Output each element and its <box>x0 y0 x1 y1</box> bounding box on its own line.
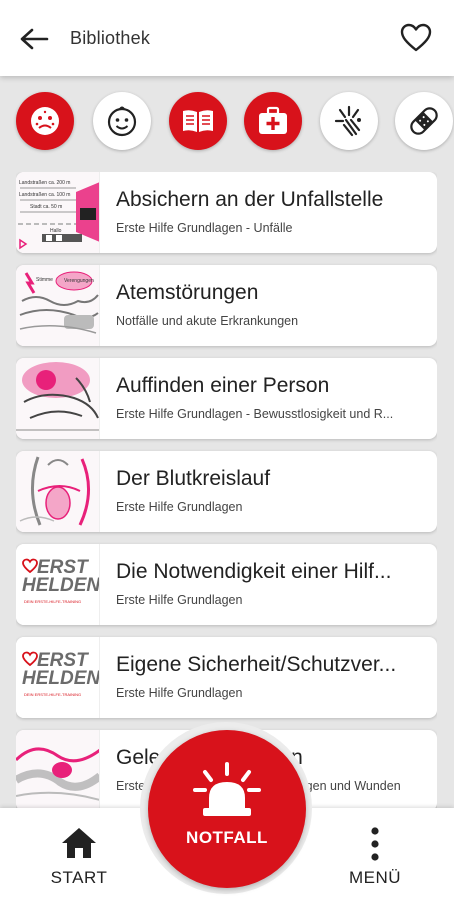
item-thumbnail: Stimme Verengungen <box>16 265 100 346</box>
item-title: Absichern an der Unfallstelle <box>116 188 384 211</box>
library-list: Landstraßen ca. 200 m Landstraßen ca. 10… <box>16 172 437 812</box>
logo-tagline: DEIN ERSTE-HILFE-TRAINING <box>24 692 82 697</box>
item-thumbnail: Landstraßen ca. 200 m Landstraßen ca. 10… <box>16 172 100 253</box>
item-subtitle: Erste Hilfe Grundlagen - Bewusstlosigkei… <box>116 407 394 421</box>
child-face-icon <box>107 106 137 137</box>
category-first-aid-button[interactable] <box>244 92 302 150</box>
home-icon <box>62 828 96 858</box>
logo-line-2: HELDEN <box>22 575 100 596</box>
heart-logo-icon <box>22 558 38 574</box>
item-thumbnail: ERST HELDEN DEIN ERSTE-HILFE-TRAINING <box>16 637 100 718</box>
item-title: Eigene Sicherheit/Schutzver... <box>116 653 397 676</box>
category-illness-button[interactable] <box>16 92 74 150</box>
first-aid-kit-icon <box>259 106 287 134</box>
heart-outline-icon <box>400 23 432 52</box>
item-title: Der Blutkreislauf <box>116 467 271 490</box>
thumb-caption: Stadt ca. 50 m <box>30 204 63 210</box>
burst-icon <box>334 105 361 137</box>
favorite-button[interactable] <box>398 20 434 56</box>
item-thumbnail: ERST HELDEN DEIN ERSTE-HILFE-TRAINING <box>16 544 100 625</box>
start-label: START <box>50 868 108 887</box>
emergency-label: NOTFALL <box>186 828 268 847</box>
category-filter-row <box>0 88 454 158</box>
list-item[interactable]: Stimme Verengungen Atemstörungen Notfäll… <box>16 265 437 346</box>
thumb-caption: Verengungen <box>64 278 94 284</box>
list-item[interactable]: Landstraßen ca. 200 m Landstraßen ca. 10… <box>16 172 437 253</box>
thumb-caption: Landstraßen ca. 100 m <box>19 192 71 198</box>
item-subtitle: Erste Hilfe Grundlagen - Unfälle <box>116 221 293 235</box>
app-bar: Bibliothek <box>0 0 454 76</box>
item-subtitle: Erste Hilfe Grundlagen <box>116 686 243 700</box>
menu-label: MENÜ <box>348 868 402 887</box>
thumb-caption: Stimme <box>36 277 53 283</box>
item-title: Auffinden einer Person <box>116 374 330 397</box>
page-title: Bibliothek <box>70 28 151 48</box>
emergency-button[interactable]: NOTFALL <box>148 730 306 888</box>
sick-face-icon <box>31 107 59 135</box>
book-icon <box>183 110 213 132</box>
list-item[interactable]: ERST HELDEN DEIN ERSTE-HILFE-TRAINING Ei… <box>16 637 437 718</box>
item-title: Atemstörungen <box>116 281 259 304</box>
thumb-caption: Landstraßen ca. 200 m <box>19 180 71 186</box>
item-subtitle: Notfälle und akute Erkrankungen <box>116 314 299 328</box>
item-subtitle: Erste Hilfe Grundlagen <box>116 593 243 607</box>
list-item[interactable]: Auffinden einer Person Erste Hilfe Grund… <box>16 358 437 439</box>
category-children-button[interactable] <box>93 92 151 150</box>
item-thumbnail <box>16 451 100 532</box>
item-subtitle: Erste Hilfe Grundlagen <box>116 500 243 514</box>
item-thumbnail <box>16 730 100 811</box>
item-thumbnail <box>16 358 100 439</box>
category-wounds-button[interactable] <box>395 92 453 150</box>
arrow-left-icon <box>20 28 49 50</box>
start-button[interactable]: START <box>24 808 134 900</box>
menu-button[interactable]: MENÜ <box>320 808 430 900</box>
category-basics-button[interactable] <box>169 92 227 150</box>
back-button[interactable] <box>14 22 54 56</box>
more-vertical-icon <box>371 827 379 861</box>
logo-tagline: DEIN ERSTE-HILFE-TRAINING <box>24 599 82 604</box>
list-item[interactable]: Der Blutkreislauf Erste Hilfe Grundlagen <box>16 451 437 532</box>
logo-line-2: HELDEN <box>22 668 100 689</box>
thumb-caption: Hallo <box>50 228 62 234</box>
list-item[interactable]: ERST HELDEN DEIN ERSTE-HILFE-TRAINING Di… <box>16 544 437 625</box>
heart-logo-icon <box>22 651 38 667</box>
category-injuries-button[interactable] <box>320 92 378 150</box>
siren-icon <box>193 762 261 816</box>
item-title: Die Notwendigkeit einer Hilf... <box>116 560 392 583</box>
bandage-icon <box>410 107 438 135</box>
